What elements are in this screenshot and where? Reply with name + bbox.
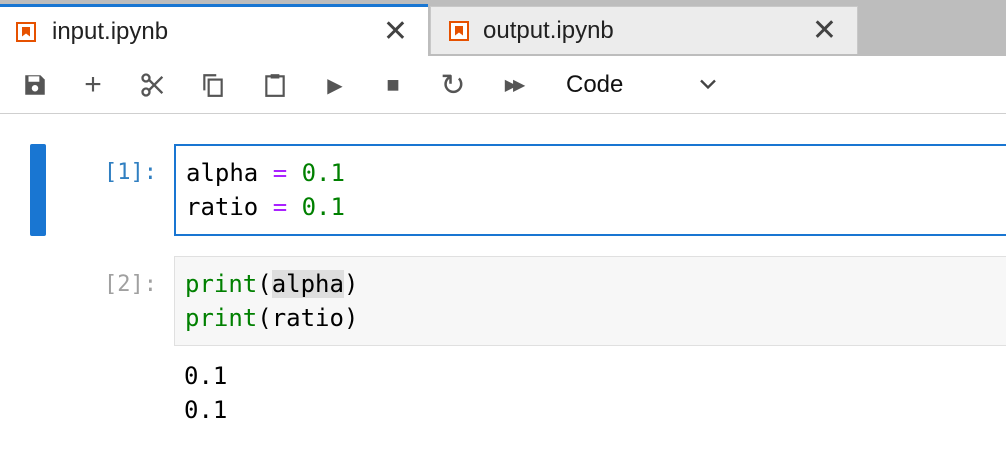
code-cell-1[interactable]: [1]: alpha = 0.1 ratio = 0.1 <box>0 144 1006 236</box>
tab-output-notebook[interactable]: output.ipynb ✕ <box>430 6 858 54</box>
add-cell-button[interactable]: + <box>76 68 110 102</box>
stop-button[interactable]: ■ <box>376 68 410 102</box>
cut-button[interactable] <box>136 68 170 102</box>
close-icon[interactable]: ✕ <box>383 16 408 47</box>
save-icon <box>25 75 45 95</box>
notebook-toolbar: + ▶ ■ ↻ ▶▶ Code <box>0 56 1006 114</box>
restart-icon: ↻ <box>440 68 466 102</box>
paste-button[interactable] <box>258 68 292 102</box>
save-button[interactable] <box>18 68 52 102</box>
tab-bar: input.ipynb ✕ output.ipynb ✕ <box>0 0 1006 56</box>
code-line: alpha = 0.1 <box>186 159 345 187</box>
code-cell-2[interactable]: [2]: print(alpha) print(ratio) 0.1 0.1 <box>0 256 1006 436</box>
cell-type-label: Code <box>566 71 624 98</box>
close-icon[interactable]: ✕ <box>812 15 837 46</box>
restart-button[interactable]: ↻ <box>436 68 470 102</box>
tab-label: output.ipynb <box>483 16 614 44</box>
code-line: print(ratio) <box>185 304 359 332</box>
output-line: 0.1 <box>184 362 228 390</box>
stop-icon: ■ <box>386 72 400 97</box>
paste-icon <box>265 74 285 97</box>
chevron-down-icon <box>700 79 716 90</box>
run-icon: ▶ <box>327 74 343 97</box>
run-all-button[interactable]: ▶▶ <box>496 68 530 102</box>
copy-button[interactable] <box>196 68 230 102</box>
fast-forward-icon: ▶▶ <box>504 77 526 94</box>
notebook-icon <box>449 20 469 41</box>
tab-label: input.ipynb <box>52 17 169 45</box>
code-editor[interactable]: alpha = 0.1 ratio = 0.1 <box>174 144 1006 236</box>
cell-type-select[interactable]: Code <box>556 66 726 104</box>
code-line: ratio = 0.1 <box>186 193 345 221</box>
code-editor[interactable]: print(alpha) print(ratio) <box>174 256 1006 346</box>
tab-input-notebook[interactable]: input.ipynb ✕ <box>0 4 428 56</box>
notebook-icon <box>16 21 36 42</box>
cell-collapser[interactable] <box>30 144 46 236</box>
output-line: 0.1 <box>184 396 228 424</box>
cell-prompt: [1]: <box>104 160 157 185</box>
copy-icon <box>203 74 223 97</box>
cell-output: 0.1 0.1 <box>184 359 227 427</box>
code-line: print(alpha) <box>185 270 359 298</box>
add-icon: + <box>84 68 102 101</box>
cut-icon <box>141 73 164 97</box>
cell-prompt: [2]: <box>104 272 157 297</box>
run-button[interactable]: ▶ <box>318 68 352 102</box>
